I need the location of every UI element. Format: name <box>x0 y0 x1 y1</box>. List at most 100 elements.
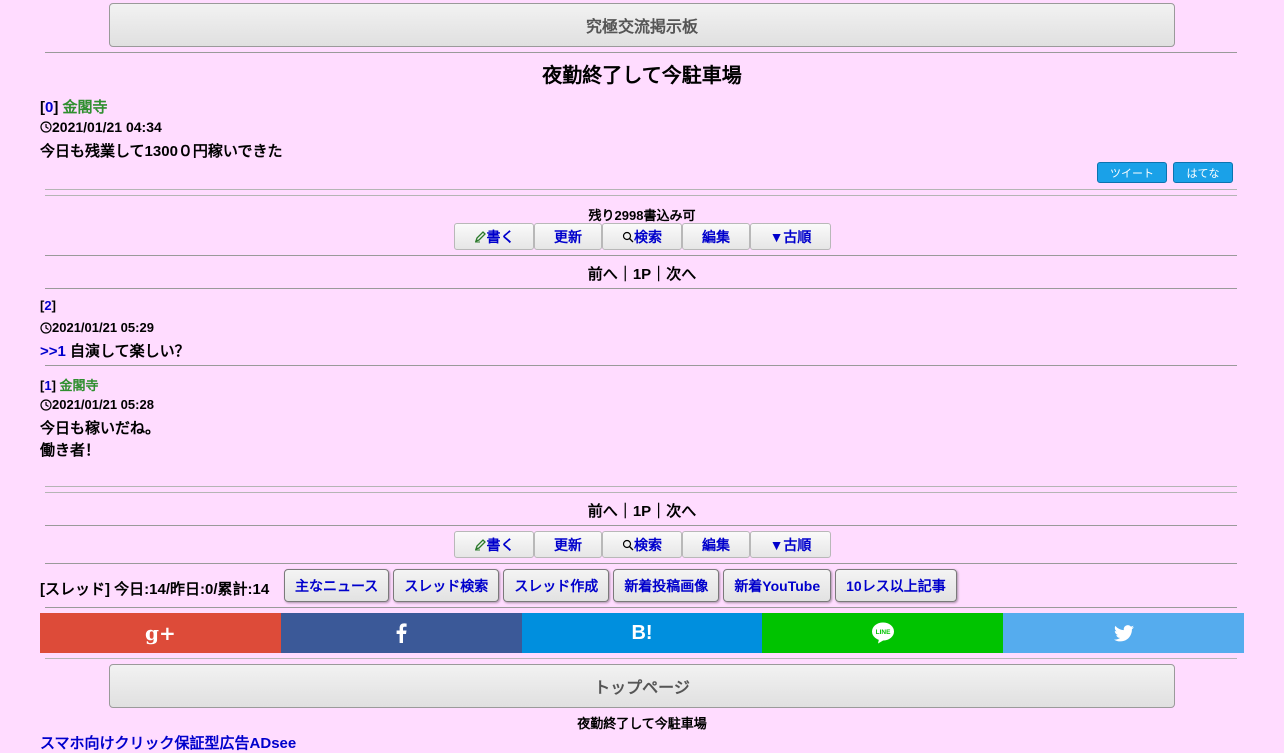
thread-stats: [スレッド] 今日:14/昨日:0/累計:14 <box>40 581 270 598</box>
nav-thread-search-button[interactable]: スレッド検索 <box>393 569 500 602</box>
hatena-share-button[interactable]: B! <box>521 613 763 653</box>
search-label: 検索 <box>634 536 662 553</box>
ad-link[interactable]: スマホ向けクリック保証型広告ADsee <box>40 732 296 753</box>
edit-label: 編集 <box>702 536 730 553</box>
line-icon: LINE <box>871 622 895 644</box>
footer-thread-title: 夜勤終了して今駐車場 <box>577 716 707 731</box>
reply-body-line: 今日も稼いだね。 <box>40 420 161 437</box>
refresh-label: 更新 <box>554 228 582 245</box>
search-icon <box>622 539 634 551</box>
search-button[interactable]: 検索 <box>602 223 682 250</box>
pager-separator: ｜ <box>651 266 667 283</box>
gplus-icon: g+ <box>145 621 176 645</box>
order-label: ▼古順 <box>769 228 812 245</box>
divider <box>45 492 1237 493</box>
post-header: [0] 金閣寺 <box>40 99 108 116</box>
pager-current: 1P <box>632 266 652 283</box>
nav-thread-create-button[interactable]: スレッド作成 <box>503 569 610 602</box>
line-share-button[interactable]: LINE <box>762 613 1004 653</box>
reply-date: 2021/01/21 05:28 <box>52 397 154 412</box>
divider <box>45 486 1237 487</box>
edit-button[interactable]: 編集 <box>682 531 750 558</box>
search-label: 検索 <box>634 228 662 245</box>
write-button[interactable]: 書く <box>454 223 534 250</box>
divider <box>45 365 1237 366</box>
divider <box>45 195 1237 196</box>
pager-separator: ｜ <box>651 503 667 520</box>
post-body: 今日も残業して1300０円稼いできた <box>40 143 283 160</box>
divider <box>45 288 1237 289</box>
divider <box>45 525 1237 526</box>
refresh-button[interactable]: 更新 <box>534 223 602 250</box>
pager-separator: ｜ <box>617 266 633 283</box>
hatena-icon: B! <box>631 621 653 644</box>
pager-current: 1P <box>632 503 652 520</box>
top-page-button[interactable]: トップページ <box>109 664 1175 708</box>
nav-new-images-button[interactable]: 新着投稿画像 <box>613 569 720 602</box>
nav-button-row: 主なニュース スレッド検索 スレッド作成 新着投稿画像 新着YouTube 10… <box>284 569 961 602</box>
pager-prev[interactable]: 前へ <box>588 266 618 283</box>
reply-body: >>1 自演して楽しい？ <box>40 340 190 361</box>
write-label: 書く <box>486 228 515 245</box>
search-button[interactable]: 検索 <box>602 531 682 558</box>
twitter-icon <box>1113 624 1134 642</box>
post-toolbar: 書く 更新 検索 編集 ▼古順 <box>454 223 831 250</box>
twitter-share-button[interactable] <box>1003 613 1244 653</box>
reply-date-row: 2021/01/21 05:29 <box>40 320 154 335</box>
divider <box>45 255 1237 256</box>
write-button[interactable]: 書く <box>454 531 534 558</box>
edit-label: 編集 <box>702 228 730 245</box>
thread-title: 夜勤終了して今駐車場 <box>542 65 742 87</box>
pager: 前へ｜1P｜次へ <box>0 263 1284 284</box>
post-number-link[interactable]: 0 <box>45 99 53 116</box>
pencil-icon <box>474 230 487 243</box>
divider <box>45 563 1237 564</box>
gplus-share-button[interactable]: g+ <box>40 613 281 653</box>
edit-button[interactable]: 編集 <box>682 223 750 250</box>
post-date: 2021/01/21 04:34 <box>52 119 162 135</box>
divider <box>45 52 1237 53</box>
search-icon <box>622 231 634 243</box>
order-label: ▼古順 <box>769 536 812 553</box>
poster-name: 金閣寺 <box>62 99 108 116</box>
post-toolbar: 書く 更新 検索 編集 ▼古順 <box>454 531 831 558</box>
facebook-share-button[interactable] <box>280 613 522 653</box>
divider <box>45 189 1237 190</box>
clock-icon <box>40 121 52 133</box>
pager-prev[interactable]: 前へ <box>588 503 618 520</box>
reply-header: [2] <box>40 298 56 313</box>
hatena-small-button[interactable]: はてな <box>1173 162 1233 183</box>
reply-number-link[interactable]: 1 <box>44 378 51 393</box>
svg-text:LINE: LINE <box>875 629 890 636</box>
pager-next[interactable]: 次へ <box>666 503 696 520</box>
divider <box>45 607 1237 608</box>
reply-anchor-link[interactable]: >>1 <box>40 343 66 360</box>
tweet-button[interactable]: ツイート <box>1097 162 1167 183</box>
clock-icon <box>40 398 52 411</box>
reply-date: 2021/01/21 05:29 <box>52 320 154 335</box>
pager-next[interactable]: 次へ <box>666 266 696 283</box>
board-title-label: 究極交流掲示板 <box>585 19 698 36</box>
top-page-label: トップページ <box>594 680 690 697</box>
nav-10-replies-button[interactable]: 10レス以上記事 <box>835 569 957 602</box>
pencil-icon <box>474 538 487 551</box>
order-button[interactable]: ▼古順 <box>750 531 831 558</box>
poster-name: 金閣寺 <box>59 378 99 393</box>
order-button[interactable]: ▼古順 <box>750 223 831 250</box>
pager-separator: ｜ <box>617 503 633 520</box>
nav-new-youtube-button[interactable]: 新着YouTube <box>723 569 832 602</box>
social-share-bar: g+ B! LINE <box>40 613 1244 653</box>
board-title-button[interactable]: 究極交流掲示板 <box>109 3 1175 47</box>
reply-number-link[interactable]: 2 <box>44 298 51 313</box>
reply-text: 自演して楽しい？ <box>70 343 190 360</box>
nav-news-button[interactable]: 主なニュース <box>284 569 390 602</box>
refresh-button[interactable]: 更新 <box>534 531 602 558</box>
refresh-label: 更新 <box>554 536 582 553</box>
pager: 前へ｜1P｜次へ <box>0 500 1284 521</box>
clock-icon <box>40 321 52 334</box>
divider <box>45 658 1237 659</box>
remaining-count: 残り2998書込み可 <box>588 208 696 223</box>
reply-body-line: 働き者！ <box>40 442 101 459</box>
post-date-row: 2021/01/21 04:34 <box>40 119 162 135</box>
facebook-icon <box>395 623 407 643</box>
